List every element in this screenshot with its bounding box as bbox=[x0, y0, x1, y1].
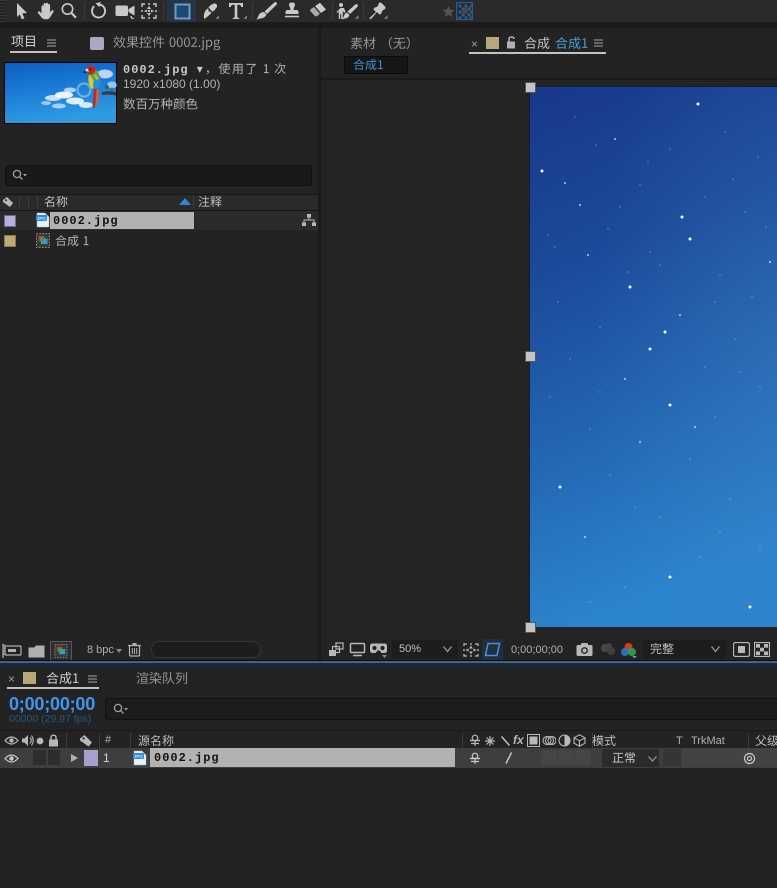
svg-text:JPG: JPG bbox=[134, 754, 143, 759]
svg-text:JPG: JPG bbox=[37, 216, 46, 221]
